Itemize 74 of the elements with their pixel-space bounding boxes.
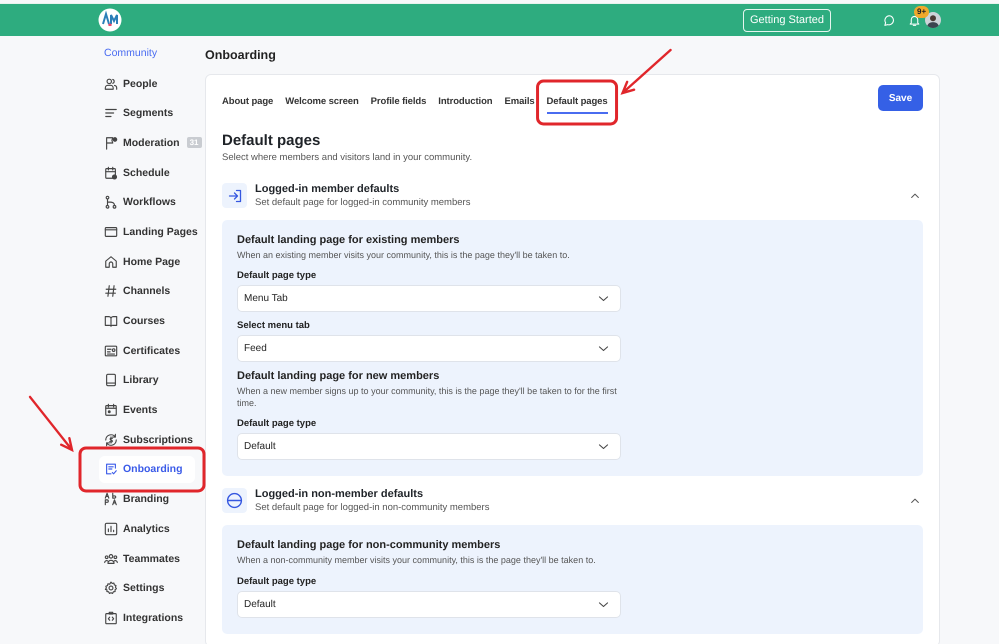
minus-circle-icon — [226, 492, 243, 510]
sidebar-item[interactable]: Channels — [104, 278, 199, 305]
select-field[interactable]: Feed — [237, 335, 621, 362]
tab[interactable]: Welcome screen — [285, 95, 359, 114]
group-description: When a non-community member visits your community, this is the page they'll be taken to. — [237, 554, 597, 567]
group-heading: Default landing page for existing members — [237, 234, 460, 246]
section-subtitle: Set default page for logged-in community members — [255, 197, 472, 208]
calendar-icon — [104, 166, 118, 180]
sidebar-item[interactable]: Analytics — [104, 515, 199, 542]
sidebar-item[interactable]: Schedule — [104, 159, 199, 186]
checklist-icon — [104, 462, 118, 476]
tab[interactable]: Profile fields — [370, 95, 426, 114]
sidebar-item[interactable]: People — [104, 70, 199, 97]
sidebar-item[interactable]: Teammates — [104, 545, 199, 572]
pointer-arrow — [28, 396, 74, 452]
field-label: Default page type — [237, 270, 318, 282]
section-description: Select where members and visitors land in your community. — [222, 152, 474, 163]
section-subtitle: Set default page for logged-in non-community members — [255, 502, 490, 514]
sidebar-item[interactable]: Home Page — [104, 248, 199, 276]
sidebar-item[interactable]: Settings — [104, 574, 199, 602]
tab[interactable]: Introduction — [438, 95, 493, 114]
field-label: Default page type — [237, 576, 318, 587]
tab[interactable]: Emails — [504, 95, 535, 114]
letters-icon — [104, 492, 118, 506]
group-description: When a new member signs up to your community, this is the page they'll be taken to for the first time. — [237, 385, 618, 410]
refresh-icon — [104, 432, 118, 447]
login-arrow-icon — [226, 188, 242, 204]
avatar[interactable] — [925, 12, 941, 28]
sidebar-item[interactable]: Workflows — [104, 188, 199, 216]
certificate-icon — [104, 344, 118, 358]
field-label: Select menu tab — [237, 320, 311, 332]
select-field[interactable]: Menu Tab — [237, 285, 621, 312]
book-icon — [104, 314, 118, 328]
hash-icon — [104, 284, 118, 298]
save-button[interactable]: Save — [878, 85, 923, 111]
calendar-icon — [104, 403, 118, 418]
chat-bubble-icon — [883, 14, 896, 26]
sidebar-item[interactable]: Library — [104, 366, 199, 394]
logo[interactable] — [98, 8, 122, 32]
section-title: Logged-in member defaults — [255, 183, 400, 195]
select-field[interactable]: Default — [237, 590, 621, 618]
pointer-arrow — [620, 48, 672, 95]
select-field[interactable]: Default — [237, 433, 621, 460]
page-title: Onboarding — [205, 48, 277, 62]
team-icon — [104, 552, 118, 566]
flag-icon — [104, 136, 118, 150]
sidebar-item[interactable]: Onboarding — [99, 456, 195, 483]
group-description: When an existing member visits your community, this is the page they'll be taken to. — [237, 249, 571, 262]
tab[interactable]: Default pages — [546, 95, 608, 114]
bell-icon — [908, 14, 921, 26]
settings-icon — [104, 581, 118, 596]
sidebar-item[interactable]: Certificates — [104, 337, 199, 364]
notification-badge: 9+ — [914, 6, 930, 18]
window-icon — [104, 224, 118, 239]
sidebar-item[interactable]: Subscriptions — [104, 426, 199, 454]
section-heading: Default pages — [222, 132, 322, 149]
code-icon — [104, 610, 118, 625]
people-icon — [104, 76, 118, 90]
sidebar-item[interactable]: Branding — [104, 486, 199, 513]
section-title: Logged-in non-member defaults — [255, 488, 424, 500]
book-icon — [104, 373, 118, 388]
sidebar-item[interactable]: Events — [104, 396, 199, 424]
sidebar-item[interactable]: Integrations — [104, 604, 199, 632]
sidebar-item[interactable]: Landing Pages — [104, 218, 199, 246]
sidebar-heading[interactable]: Community — [104, 47, 199, 59]
sidebar-item[interactable]: Courses — [104, 308, 199, 334]
home-icon — [104, 254, 118, 269]
field-label: Default page type — [237, 418, 318, 430]
branch-icon — [104, 195, 118, 210]
chart-icon — [104, 522, 118, 536]
tab[interactable]: About page — [222, 95, 274, 114]
group-heading: Default landing page for new members — [237, 370, 440, 382]
group-heading: Default landing page for non-community members — [237, 539, 502, 552]
sidebar-item[interactable]: Segments — [104, 100, 199, 127]
